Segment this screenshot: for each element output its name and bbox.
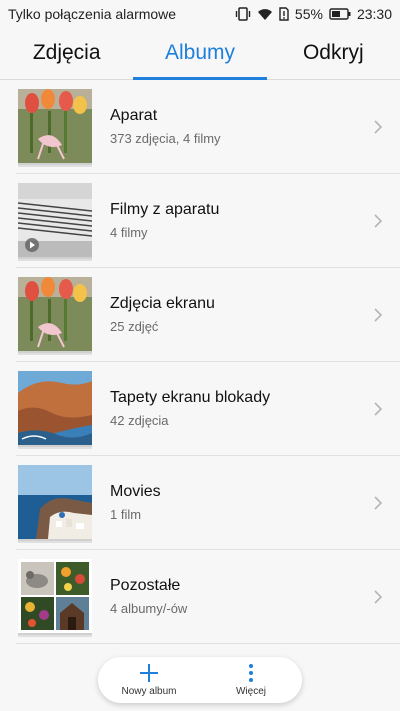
chevron-right-icon <box>374 307 383 322</box>
album-count: 42 zdjęcia <box>110 413 169 428</box>
more-label: Więcej <box>235 686 266 697</box>
status-bar: Tylko połączenia alarmowe 55% 23:30 <box>0 0 400 28</box>
bottom-action-bar: Nowy album Więcej <box>98 657 302 703</box>
new-album-label: Nowy album <box>121 686 177 697</box>
chevron-right-icon <box>374 119 383 134</box>
tab-albums[interactable]: Albumy <box>133 28 267 80</box>
album-row-lockscreen-wallpapers[interactable]: Tapety ekranu blokady 42 zdjęcia <box>16 362 400 456</box>
more-vertical-icon <box>249 664 253 682</box>
plus-icon <box>140 664 158 682</box>
album-count: 373 zdjęcia, 4 filmy <box>110 131 221 146</box>
tab-discover[interactable]: Odkryj <box>267 28 400 79</box>
album-row-others[interactable]: Pozostałe 4 albumy/-ów <box>16 550 400 644</box>
chevron-right-icon <box>374 401 383 416</box>
album-count: 25 zdjęć <box>110 319 159 334</box>
album-thumbnail <box>16 87 92 167</box>
more-button[interactable]: Więcej <box>200 663 302 697</box>
album-thumbnail <box>16 369 92 449</box>
carrier-text: Tylko połączenia alarmowe <box>8 6 177 22</box>
album-list: Aparat 373 zdjęcia, 4 filmy Filmy z apar… <box>0 80 400 644</box>
tab-photos[interactable]: Zdjęcia <box>0 28 133 79</box>
tab-bar: Zdjęcia Albumy Odkryj <box>0 28 400 80</box>
chevron-right-icon <box>374 589 383 604</box>
album-count: 4 albumy/-ów <box>110 601 188 616</box>
album-title: Tapety ekranu blokady <box>110 389 271 406</box>
chevron-right-icon <box>374 495 383 510</box>
album-thumbnail <box>16 463 92 543</box>
sim-icon <box>279 7 289 21</box>
album-thumbnail <box>16 557 92 637</box>
status-icons: 55% 23:30 <box>235 6 392 22</box>
album-row-movies[interactable]: Movies 1 film <box>16 456 400 550</box>
album-title: Aparat <box>110 107 158 124</box>
chevron-right-icon <box>374 213 383 228</box>
album-count: 4 filmy <box>110 225 148 240</box>
album-title: Filmy z aparatu <box>110 201 220 218</box>
album-row-camera[interactable]: Aparat 373 zdjęcia, 4 filmy <box>16 80 400 174</box>
album-row-camera-videos[interactable]: Filmy z aparatu 4 filmy <box>16 174 400 268</box>
battery-percent: 55% <box>294 6 323 22</box>
wifi-icon <box>257 8 273 21</box>
new-album-button[interactable]: Nowy album <box>98 663 200 697</box>
clock: 23:30 <box>356 6 392 22</box>
album-thumbnail <box>16 181 92 261</box>
album-title: Pozostałe <box>110 577 181 594</box>
album-thumbnail <box>16 275 92 355</box>
album-title: Movies <box>110 483 161 500</box>
vibrate-icon <box>235 7 251 21</box>
battery-icon <box>329 8 351 20</box>
album-count: 1 film <box>110 507 142 522</box>
album-title: Zdjęcia ekranu <box>110 295 215 312</box>
album-row-screenshots[interactable]: Zdjęcia ekranu 25 zdjęć <box>16 268 400 362</box>
